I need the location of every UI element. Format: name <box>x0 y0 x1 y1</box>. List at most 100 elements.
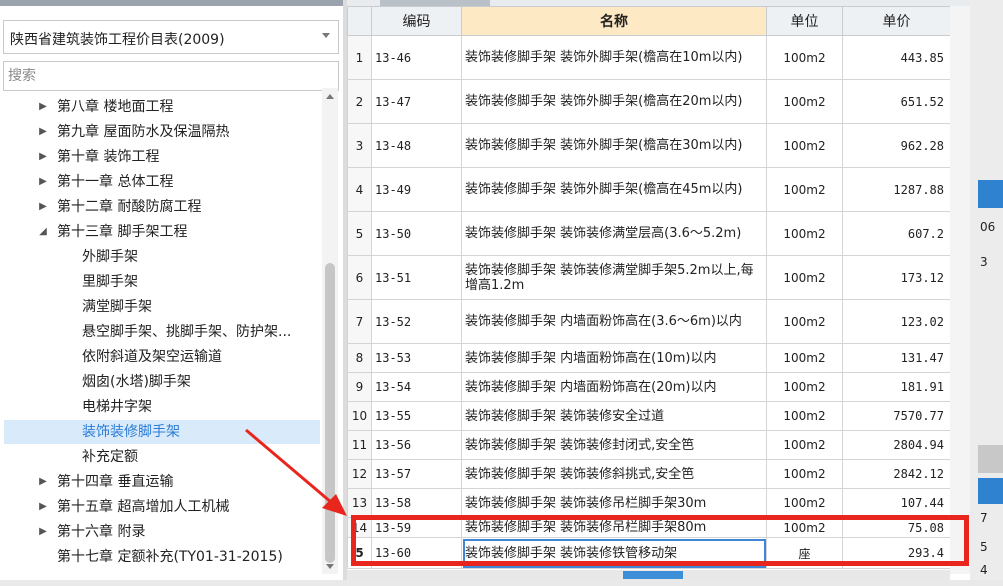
tree-scrollbar[interactable] <box>322 88 338 574</box>
row-index-cell[interactable]: 14 <box>347 517 372 538</box>
table-row[interactable]: 2 13-47 装饰装修脚手架 装饰外脚手架(檐高在20m以内) 100m2 651.5… <box>347 79 951 124</box>
unit-cell[interactable]: 100m2 <box>766 299 843 344</box>
chevron-down-icon[interactable] <box>322 33 330 38</box>
row-index-cell[interactable]: 3 <box>347 123 372 168</box>
row-index-cell[interactable]: 5 <box>347 537 372 569</box>
chevron-right-icon[interactable]: ▶ <box>37 520 49 544</box>
name-cell[interactable]: 装饰装修脚手架 装饰装修铁管移动架 <box>461 537 767 569</box>
price-cell[interactable]: 181.91 <box>842 372 951 402</box>
table-row[interactable]: 10 13-55 装饰装修脚手架 装饰装修安全过道 100m2 7570.77 <box>347 401 951 431</box>
table-row[interactable]: 1 13-46 装饰装修脚手架 装饰外脚手架(檐高在10m以内) 100m2 443.8… <box>347 35 951 80</box>
tree-item[interactable]: 补充定额 <box>4 445 320 469</box>
row-index-cell[interactable]: 6 <box>347 255 372 300</box>
name-cell[interactable]: 装饰装修脚手架 内墙面粉饰高在(3.6～6m)以内 <box>461 299 767 344</box>
header-price[interactable]: 单价 <box>842 6 951 36</box>
price-cell[interactable]: 607.2 <box>842 211 951 256</box>
tree-item[interactable]: 第十七章 定额补充(TY01-31-2015) <box>4 545 320 569</box>
tree-item[interactable]: ▶ 第十五章 超高增加人工机械 <box>4 495 320 519</box>
price-cell[interactable]: 107.44 <box>842 488 951 518</box>
grid-scrollbar[interactable] <box>950 6 970 574</box>
unit-cell[interactable]: 100m2 <box>766 255 843 300</box>
row-index-cell[interactable]: 12 <box>347 459 372 489</box>
tree-item[interactable]: 依附斜道及架空运输道 <box>4 345 320 369</box>
code-cell[interactable]: 13-56 <box>371 430 462 460</box>
unit-cell[interactable]: 100m2 <box>766 488 843 518</box>
price-cell[interactable]: 7570.77 <box>842 401 951 431</box>
chevron-right-icon[interactable]: ▶ <box>37 170 49 194</box>
table-row[interactable]: 13 13-58 装饰装修脚手架 装饰装修吊栏脚手架30m 100m2 107.44 <box>347 488 951 518</box>
code-cell[interactable]: 13-55 <box>371 401 462 431</box>
name-cell[interactable]: 装饰装修脚手架 装饰外脚手架(檐高在45m以内) <box>461 167 767 212</box>
tree-item[interactable]: ▶ 第八章 楼地面工程 <box>4 95 320 119</box>
tree-item[interactable]: ▶ 第十六章 附录 <box>4 520 320 544</box>
library-select[interactable]: 陕西省建筑装饰工程价目表(2009) <box>3 20 339 54</box>
name-cell[interactable]: 装饰装修脚手架 装饰装修安全过道 <box>461 401 767 431</box>
unit-cell[interactable]: 100m2 <box>766 123 843 168</box>
unit-cell[interactable]: 座 <box>766 537 843 569</box>
code-cell[interactable]: 13-49 <box>371 167 462 212</box>
unit-cell[interactable]: 100m2 <box>766 211 843 256</box>
row-index-cell[interactable]: 13 <box>347 488 372 518</box>
tree-item[interactable]: ▶ 第十四章 垂直运输 <box>4 470 320 494</box>
scroll-up-icon[interactable] <box>326 94 334 99</box>
tree-item[interactable]: ◢ 第十三章 脚手架工程 <box>4 220 320 244</box>
row-index-cell[interactable]: 2 <box>347 79 372 124</box>
table-row[interactable]: 3 13-48 装饰装修脚手架 装饰外脚手架(檐高在30m以内) 100m2 962.2… <box>347 123 951 168</box>
unit-cell[interactable]: 100m2 <box>766 343 843 373</box>
unit-cell[interactable]: 100m2 <box>766 430 843 460</box>
name-cell[interactable]: 装饰装修脚手架 装饰外脚手架(檐高在10m以内) <box>461 35 767 80</box>
table-row[interactable]: 4 13-49 装饰装修脚手架 装饰外脚手架(檐高在45m以内) 100m2 1287.… <box>347 167 951 212</box>
price-cell[interactable]: 75.08 <box>842 517 951 538</box>
price-cell[interactable]: 443.85 <box>842 35 951 80</box>
tree-item[interactable]: 电梯井字架 <box>4 395 320 419</box>
price-cell[interactable]: 123.02 <box>842 299 951 344</box>
code-cell[interactable]: 13-48 <box>371 123 462 168</box>
row-index-cell[interactable]: 1 <box>347 35 372 80</box>
unit-cell[interactable]: 100m2 <box>766 401 843 431</box>
table-row[interactable]: 11 13-56 装饰装修脚手架 装饰装修封闭式,安全笆 100m2 2804.94 <box>347 430 951 460</box>
price-cell[interactable]: 2842.12 <box>842 459 951 489</box>
name-cell[interactable]: 装饰装修脚手架 装饰装修斜挑式,安全笆 <box>461 459 767 489</box>
table-row[interactable]: 6 13-51 装饰装修脚手架 装饰装修满堂脚手架5.2m以上,每增高1.2m 100… <box>347 255 951 300</box>
table-row[interactable]: 8 13-53 装饰装修脚手架 内墙面粉饰高在(10m)以内 100m2 131.47 <box>347 343 951 373</box>
name-cell[interactable]: 装饰装修脚手架 装饰装修满堂层高(3.6～5.2m) <box>461 211 767 256</box>
table-row[interactable]: 7 13-52 装饰装修脚手架 内墙面粉饰高在(3.6～6m)以内 100m2 123.… <box>347 299 951 344</box>
unit-cell[interactable]: 100m2 <box>766 372 843 402</box>
chevron-right-icon[interactable]: ▶ <box>37 495 49 519</box>
name-cell[interactable]: 装饰装修脚手架 装饰外脚手架(檐高在20m以内) <box>461 79 767 124</box>
chevron-down-icon[interactable]: ◢ <box>37 220 49 244</box>
chevron-right-icon[interactable]: ▶ <box>37 95 49 119</box>
tree-item[interactable]: 里脚手架 <box>4 270 320 294</box>
row-index-cell[interactable]: 10 <box>347 401 372 431</box>
table-row[interactable]: 9 13-54 装饰装修脚手架 内墙面粉饰高在(20m)以内 100m2 181.91 <box>347 372 951 402</box>
grid-horizontal-scrollbar[interactable] <box>347 570 950 580</box>
name-cell[interactable]: 装饰装修脚手架 装饰装修吊栏脚手架80m <box>461 517 767 538</box>
search-input[interactable] <box>3 61 339 91</box>
chevron-right-icon[interactable]: ▶ <box>37 145 49 169</box>
tree-item[interactable]: ▶ 第十一章 总体工程 <box>4 170 320 194</box>
tree-item[interactable]: 烟囱(水塔)脚手架 <box>4 370 320 394</box>
chevron-right-icon[interactable]: ▶ <box>37 195 49 219</box>
unit-cell[interactable]: 100m2 <box>766 79 843 124</box>
code-cell[interactable]: 13-60 <box>371 537 462 569</box>
chevron-right-icon[interactable]: ▶ <box>37 120 49 144</box>
code-cell[interactable]: 13-54 <box>371 372 462 402</box>
code-cell[interactable]: 13-57 <box>371 459 462 489</box>
price-cell[interactable]: 1287.88 <box>842 167 951 212</box>
row-index-cell[interactable]: 8 <box>347 343 372 373</box>
row-index-cell[interactable]: 11 <box>347 430 372 460</box>
chevron-right-icon[interactable]: ▶ <box>37 470 49 494</box>
name-cell[interactable]: 装饰装修脚手架 装饰装修吊栏脚手架30m <box>461 488 767 518</box>
tree-item[interactable]: 悬空脚手架、挑脚手架、防护架... <box>4 320 320 344</box>
tree-scroll-thumb[interactable] <box>325 263 335 563</box>
price-cell[interactable]: 293.4 <box>842 537 951 569</box>
code-cell[interactable]: 13-59 <box>371 517 462 538</box>
name-cell[interactable]: 装饰装修脚手架 装饰装修封闭式,安全笆 <box>461 430 767 460</box>
table-row-selected[interactable]: 5 13-60 装饰装修脚手架 装饰装修铁管移动架座 293.4 <box>347 537 951 569</box>
header-name[interactable]: 名称 <box>461 6 767 36</box>
unit-cell[interactable]: 100m2 <box>766 517 843 538</box>
tree-item[interactable]: 满堂脚手架 <box>4 295 320 319</box>
row-index-cell[interactable]: 7 <box>347 299 372 344</box>
header-code[interactable]: 编码 <box>371 6 462 36</box>
header-unit[interactable]: 单位 <box>766 6 843 36</box>
